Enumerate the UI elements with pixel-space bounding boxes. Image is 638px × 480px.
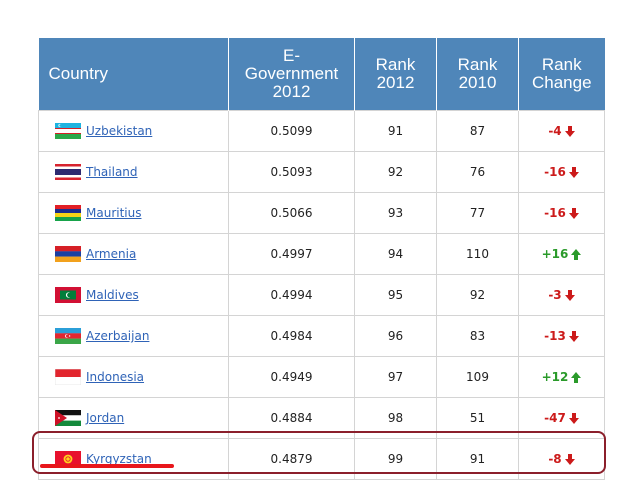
header-country: Country <box>38 38 229 111</box>
table-row: Armenia 0.4997 94 110 +16 <box>38 233 605 275</box>
cell-rank-2012: 97 <box>354 356 437 398</box>
cell-rank-2010: 83 <box>436 315 519 357</box>
country-link[interactable]: Mauritius <box>86 206 141 220</box>
country-link[interactable]: Maldives <box>86 288 139 302</box>
mauritius-flag-icon <box>55 205 81 221</box>
cell-rank-2010: 87 <box>436 110 519 152</box>
country-link[interactable]: Armenia <box>86 247 136 261</box>
header-rank-change: Rank Change <box>518 38 605 111</box>
table-row: Uzbekistan 0.5099 91 87 -4 <box>38 110 605 152</box>
header-rank2010-line-1: Rank <box>457 55 498 74</box>
cell-rank-2012: 93 <box>354 192 437 234</box>
cell-rank-change: -13 <box>518 315 605 357</box>
header-change-line-2: Change <box>531 73 592 92</box>
red-down-arrow-icon <box>568 331 579 342</box>
cell-country: Mauritius <box>38 192 229 234</box>
header-rank2010-line-2: 2010 <box>458 73 497 92</box>
cell-country: Uzbekistan <box>38 110 229 152</box>
cell-rank-2010: 77 <box>436 192 519 234</box>
cell-rank-2010: 92 <box>436 274 519 316</box>
red-down-arrow-icon <box>568 208 579 219</box>
country-link[interactable]: Uzbekistan <box>86 124 152 138</box>
country-link[interactable]: Thailand <box>86 165 138 179</box>
table-row: Mauritius 0.5066 93 77 -16 <box>38 192 605 234</box>
jordan-flag-icon <box>55 410 81 426</box>
country-link[interactable]: Jordan <box>86 411 124 425</box>
table-body: Uzbekistan 0.5099 91 87 -4 Thailand 0.5093 92 76… <box>38 110 605 480</box>
azerbaijan-flag-icon <box>55 328 81 344</box>
header-egov-line-3: 2012 <box>272 82 311 101</box>
header-egov-line-2: Government <box>244 64 339 83</box>
maldives-flag-icon <box>55 287 81 303</box>
cell-egov-index: 0.5066 <box>228 192 355 234</box>
egov-ranking-table: Country E- Government 2012 Rank 2012 Ran… <box>38 38 605 480</box>
rank-change-value: -16 <box>544 165 566 179</box>
header-rank-2012: Rank 2012 <box>354 38 437 111</box>
country-link[interactable]: Azerbaijan <box>86 329 149 343</box>
rank-change-value: +16 <box>541 247 569 261</box>
rank-change-value: -4 <box>548 124 562 138</box>
header-rank2012-line-1: Rank <box>375 55 416 74</box>
cell-rank-change: +16 <box>518 233 605 275</box>
green-up-arrow-icon <box>571 249 582 260</box>
cell-egov-index: 0.5099 <box>228 110 355 152</box>
country-link[interactable]: Indonesia <box>86 370 144 384</box>
header-egov-line-1: E- <box>283 46 300 65</box>
cell-rank-2010: 109 <box>436 356 519 398</box>
red-down-arrow-icon <box>564 290 575 301</box>
cell-rank-2012: 91 <box>354 110 437 152</box>
cell-rank-2012: 94 <box>354 233 437 275</box>
cell-country: Maldives <box>38 274 229 316</box>
rank-change-value: -13 <box>544 329 566 343</box>
armenia-flag-icon <box>55 246 81 262</box>
rank-change-value: +12 <box>541 370 569 384</box>
cell-rank-2012: 96 <box>354 315 437 357</box>
cell-rank-change: -16 <box>518 151 605 193</box>
cell-egov-index: 0.4994 <box>228 274 355 316</box>
cell-rank-2010: 110 <box>436 233 519 275</box>
egov-ranking-table-container: Country E- Government 2012 Rank 2012 Ran… <box>38 38 605 480</box>
red-down-arrow-icon <box>568 413 579 424</box>
cell-egov-index: 0.4949 <box>228 356 355 398</box>
table-row: Indonesia 0.4949 97 109 +12 <box>38 356 605 398</box>
red-down-arrow-icon <box>564 126 575 137</box>
rank-change-value: -47 <box>544 411 566 425</box>
cell-rank-2012: 92 <box>354 151 437 193</box>
uzbekistan-flag-icon <box>55 123 81 139</box>
header-rank2012-line-2: 2012 <box>376 73 415 92</box>
cell-rank-change: -3 <box>518 274 605 316</box>
cell-rank-change: +12 <box>518 356 605 398</box>
rank-change-value: -16 <box>544 206 566 220</box>
table-row: Azerbaijan 0.4984 96 83 -13 <box>38 315 605 357</box>
cell-country: Indonesia <box>38 356 229 398</box>
cell-egov-index: 0.4984 <box>228 315 355 357</box>
cell-egov-index: 0.4997 <box>228 233 355 275</box>
green-up-arrow-icon <box>571 372 582 383</box>
red-down-arrow-icon <box>568 167 579 178</box>
cell-country: Armenia <box>38 233 229 275</box>
table-header-row: Country E- Government 2012 Rank 2012 Ran… <box>38 38 605 111</box>
table-row: Maldives 0.4994 95 92 -3 <box>38 274 605 316</box>
cell-egov-index: 0.5093 <box>228 151 355 193</box>
cell-rank-change: -4 <box>518 110 605 152</box>
indonesia-flag-icon <box>55 369 81 385</box>
rank-change-value: -3 <box>548 288 562 302</box>
cell-rank-2012: 95 <box>354 274 437 316</box>
header-change-line-1: Rank <box>541 55 582 74</box>
cell-country: Thailand <box>38 151 229 193</box>
cell-rank-2010: 76 <box>436 151 519 193</box>
cell-rank-change: -16 <box>518 192 605 234</box>
header-rank-2010: Rank 2010 <box>436 38 519 111</box>
table-row: Thailand 0.5093 92 76 -16 <box>38 151 605 193</box>
cell-country: Azerbaijan <box>38 315 229 357</box>
header-egov-2012: E- Government 2012 <box>228 38 355 111</box>
kyrgyzstan-red-underline <box>40 464 174 468</box>
thailand-flag-icon <box>55 164 81 180</box>
